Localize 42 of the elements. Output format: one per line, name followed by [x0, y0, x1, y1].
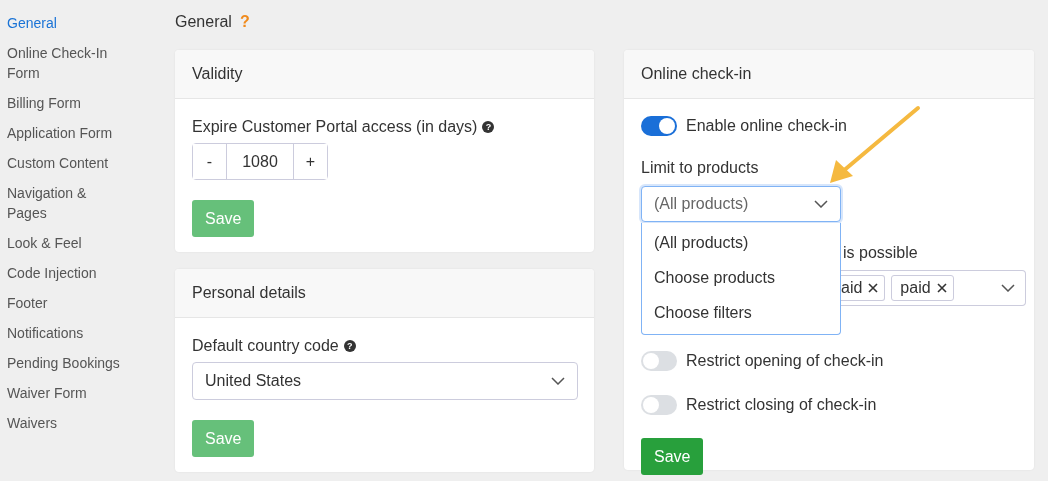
product-select[interactable]: (All products): [641, 186, 841, 222]
chevron-icon: [551, 377, 565, 385]
tag-label: aid: [841, 279, 863, 297]
sidebar-item[interactable]: Look & Feel: [7, 233, 127, 263]
field-label: Expire Customer Portal access (in days): [192, 118, 478, 136]
toggle-switch[interactable]: [641, 395, 677, 415]
remove-icon[interactable]: [936, 283, 947, 293]
country-select[interactable]: United States: [192, 362, 578, 400]
field-label: Default country code: [192, 337, 339, 355]
sidebar-item[interactable]: Application Form: [7, 123, 127, 153]
menu-option[interactable]: (All products): [642, 225, 840, 260]
page-title: General: [175, 13, 232, 31]
tag-label: paid: [900, 279, 931, 297]
field-label: is possible: [843, 244, 918, 261]
sidebar-item[interactable]: Custom Content: [7, 153, 127, 183]
help-icon[interactable]: ?: [482, 121, 495, 133]
sidebar-item[interactable]: Notifications: [7, 323, 127, 353]
field-label: Limit to products: [641, 159, 759, 176]
chevron-icon: [814, 200, 828, 208]
card-title: Personal details: [192, 284, 306, 302]
card-title: Validity: [192, 65, 243, 83]
remove-icon[interactable]: [868, 283, 879, 293]
sidebar-item[interactable]: General: [7, 13, 127, 43]
toggle-label: Enable online check-in: [686, 117, 847, 135]
toggle-switch[interactable]: [641, 116, 677, 136]
toggle-switch[interactable]: [641, 351, 677, 371]
sidebar-item[interactable]: Footer: [7, 293, 127, 323]
number-stepper[interactable]: - 1080 +: [192, 143, 328, 180]
help-icon[interactable]: ?: [343, 340, 356, 352]
sidebar-item[interactable]: Code Injection: [7, 263, 127, 293]
toggle-label: Restrict closing of check-in: [686, 396, 877, 414]
sidebar-item[interactable]: Pending Bookings: [7, 353, 127, 383]
toggle-label: Restrict opening of check-in: [686, 352, 884, 370]
sidebar-item[interactable]: Online Check-In Form: [7, 43, 127, 93]
chevron-icon: [1001, 284, 1015, 292]
sidebar-item[interactable]: Waiver Form: [7, 383, 127, 413]
sidebar-item[interactable]: Waivers: [7, 413, 127, 443]
card-title: Online check-in: [641, 65, 752, 83]
sidebar-item[interactable]: Billing Form: [7, 93, 127, 123]
menu-option[interactable]: Choose products: [642, 260, 840, 295]
sidebar-item[interactable]: Navigation & Pages: [7, 183, 127, 233]
menu-option[interactable]: Choose filters: [642, 295, 840, 330]
